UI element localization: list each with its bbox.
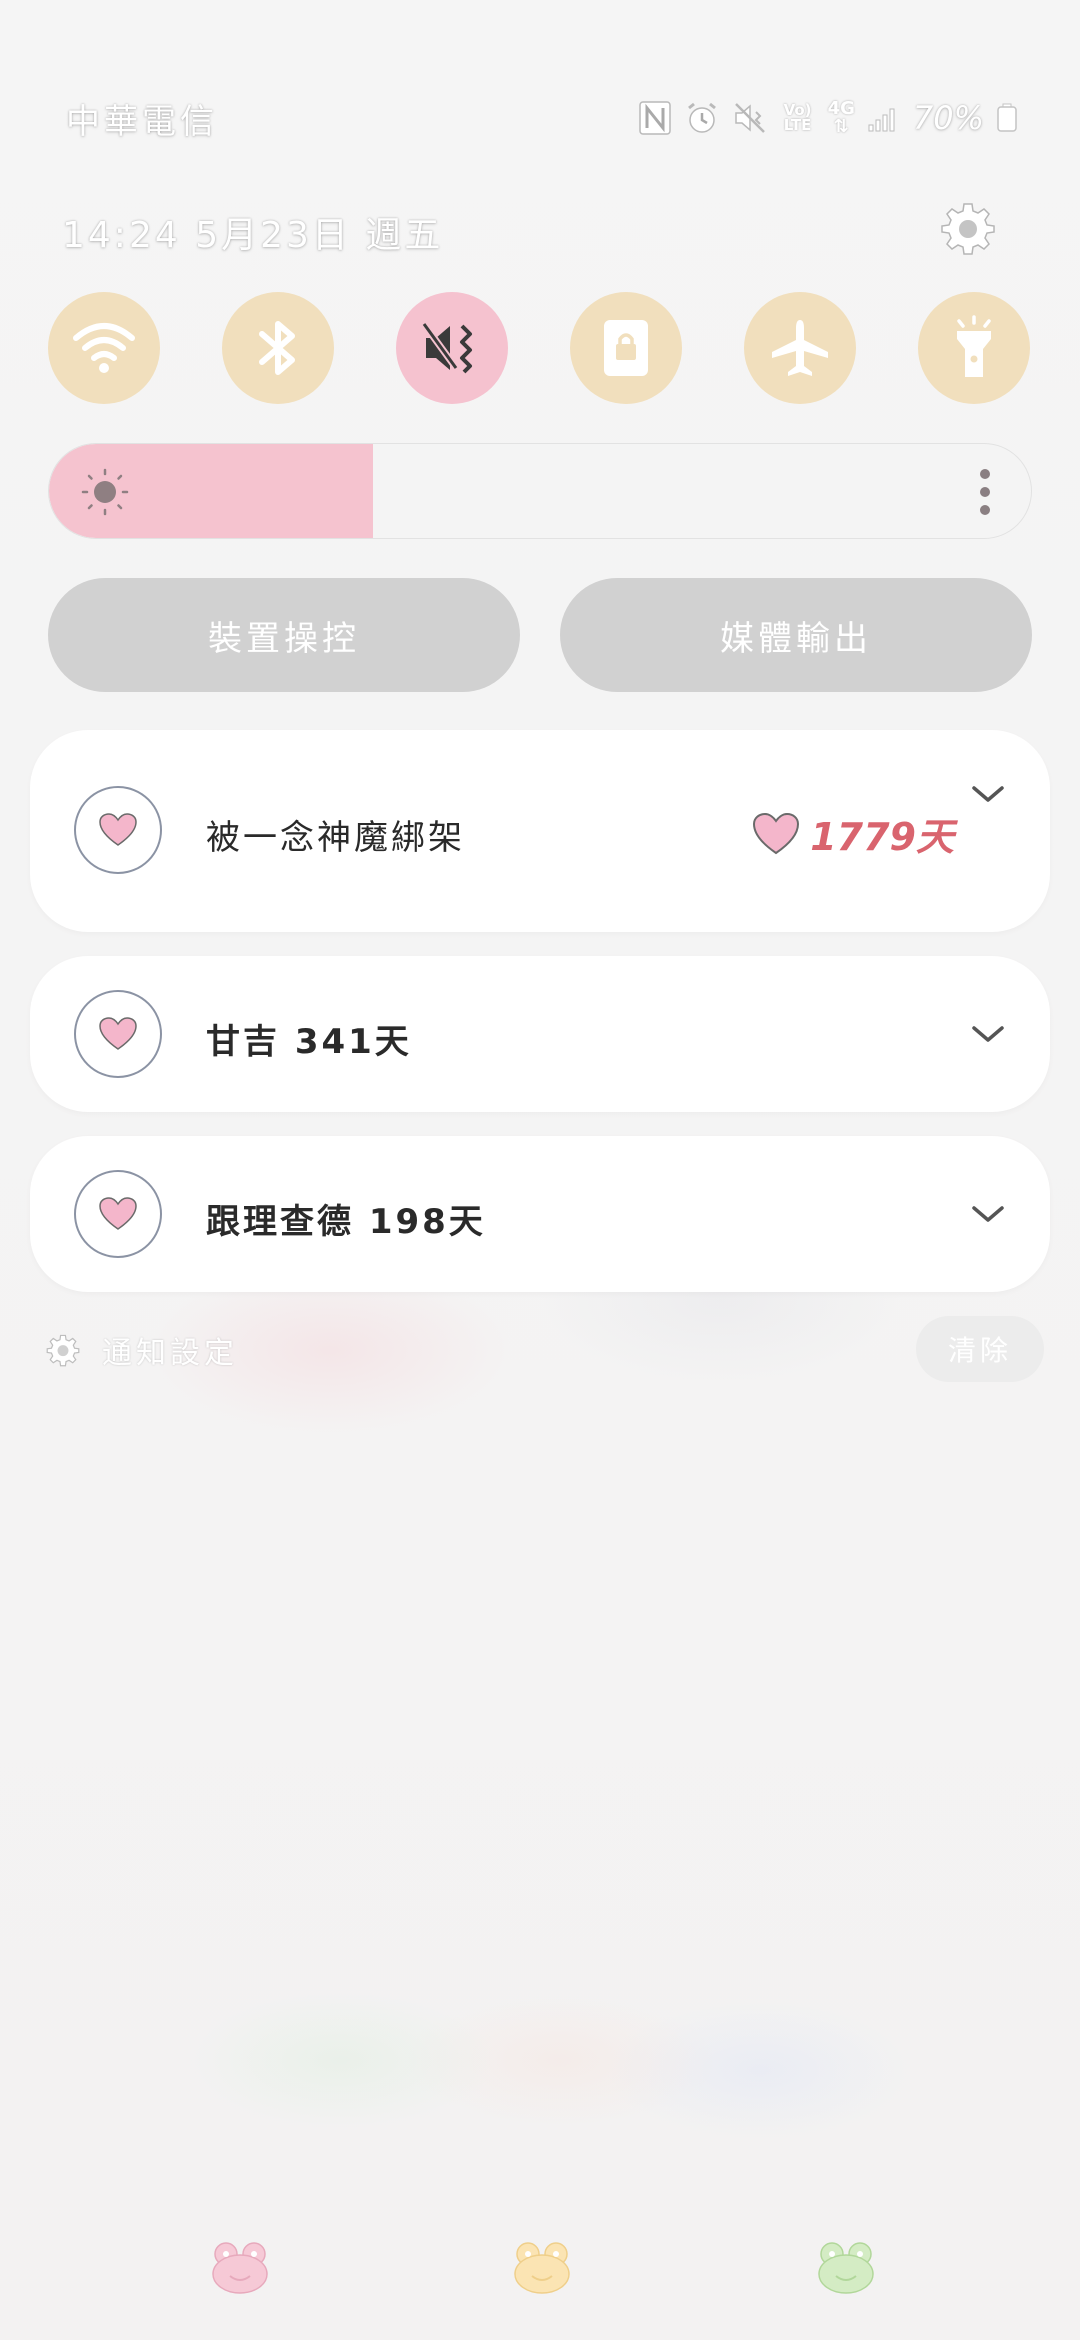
4g-data-icon: 4G ⇅ <box>828 100 855 136</box>
days-count: 1779天 <box>810 815 954 859</box>
notification-settings-label: 通知設定 <box>102 1336 238 1371</box>
signal-icon <box>868 108 895 132</box>
app-icon <box>74 990 162 1078</box>
media-output-label: 媒體輸出 <box>720 618 872 659</box>
frog-yellow-icon[interactable] <box>512 2240 572 2296</box>
battery-icon <box>997 103 1017 132</box>
airplane-icon <box>772 320 828 376</box>
battery-percent: 70% <box>912 99 984 137</box>
gear-icon <box>46 1334 80 1367</box>
heart-icon <box>753 812 800 854</box>
settings-button[interactable] <box>936 196 1000 260</box>
app-icon <box>74 786 162 874</box>
notification-title: 被一念神魔綁架 <box>206 818 465 858</box>
notification-title: 甘吉 341天 <box>206 1022 412 1062</box>
media-output-button[interactable]: 媒體輸出 <box>560 578 1032 692</box>
notification-title: 跟理查德 198天 <box>206 1202 486 1242</box>
data-arrows-icon: ⇅ <box>833 116 849 137</box>
rotation-lock-toggle[interactable] <box>570 292 682 404</box>
notification-card[interactable]: 跟理查德 198天 <box>30 1136 1050 1292</box>
status-bar: 中華電信 Vo) LTE 4G ⇅ 70% <box>0 0 1080 180</box>
bluetooth-icon <box>259 321 295 375</box>
flashlight-icon <box>957 315 991 377</box>
days-counter: 1779天 <box>752 806 954 861</box>
wifi-icon <box>73 323 135 373</box>
device-control-label: 裝置操控 <box>208 618 360 659</box>
notification-settings-link[interactable]: 通知設定 <box>46 1330 238 1371</box>
status-icons: Vo) LTE 4G ⇅ 70% <box>638 96 1018 140</box>
clear-label: 清除 <box>947 1334 1012 1367</box>
chevron-down-icon[interactable] <box>970 782 1006 806</box>
heart-icon <box>99 813 137 846</box>
notification-card[interactable]: 甘吉 341天 <box>30 956 1050 1112</box>
date-time: 14:24 5月23日 週五 <box>62 215 444 256</box>
notification-card[interactable]: 被一念神魔綁架 1779天 <box>30 730 1050 932</box>
app-icon <box>74 1170 162 1258</box>
clear-button[interactable]: 清除 <box>916 1316 1044 1382</box>
rotation-lock-icon <box>604 320 648 376</box>
chevron-down-icon[interactable] <box>970 1022 1006 1046</box>
wifi-toggle[interactable] <box>48 292 160 404</box>
sun-icon <box>81 468 129 516</box>
bluetooth-toggle[interactable] <box>222 292 334 404</box>
nfc-icon <box>638 101 671 135</box>
chevron-down-icon[interactable] <box>970 1202 1006 1226</box>
flashlight-toggle[interactable] <box>918 292 1030 404</box>
heart-icon <box>99 1197 137 1230</box>
carrier-name: 中華電信 <box>66 102 218 142</box>
gear-icon <box>941 203 995 255</box>
volte-icon: Vo) LTE <box>780 103 816 133</box>
mute-vibrate-icon <box>421 321 472 374</box>
quick-toggles <box>48 292 1032 404</box>
airplane-toggle[interactable] <box>744 292 856 404</box>
mute-icon <box>734 103 765 133</box>
volte-label: Vo) LTE <box>783 101 812 134</box>
device-control-button[interactable]: 裝置操控 <box>48 578 520 692</box>
sound-toggle[interactable] <box>396 292 508 404</box>
frog-pink-icon[interactable] <box>210 2240 270 2296</box>
more-vertical-icon[interactable] <box>979 468 991 516</box>
brightness-slider[interactable] <box>48 443 1032 539</box>
heart-icon <box>99 1017 137 1050</box>
alarm-icon <box>687 102 716 133</box>
frog-green-icon[interactable] <box>816 2240 876 2296</box>
